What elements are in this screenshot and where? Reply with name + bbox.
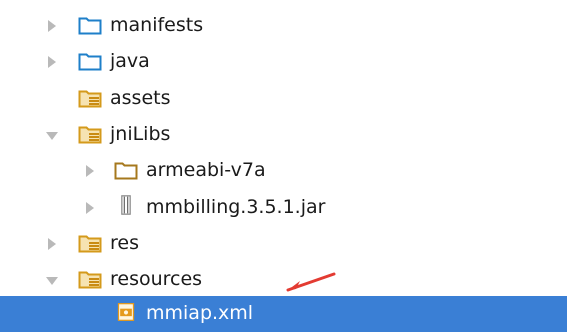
tree-item-java[interactable]: java bbox=[0, 44, 567, 80]
tree-item-assets[interactable]: assets bbox=[0, 81, 567, 117]
resource-folder-icon bbox=[78, 271, 102, 289]
tree-item-mmbilling-jar[interactable]: mmbilling.3.5.1.jar bbox=[0, 190, 567, 226]
tree-item-label: res bbox=[110, 232, 139, 254]
resource-folder-icon bbox=[78, 126, 102, 144]
tree-item-label: resources bbox=[110, 268, 203, 290]
tree-item-resources[interactable]: resources bbox=[0, 262, 567, 298]
tree-item-label: armeabi-v7a bbox=[146, 159, 266, 181]
collapse-arrow-icon[interactable] bbox=[46, 132, 58, 140]
folder-icon bbox=[78, 17, 102, 35]
folder-icon bbox=[114, 162, 138, 180]
expand-arrow-icon[interactable] bbox=[48, 238, 56, 250]
tree-item-manifests[interactable]: manifests bbox=[0, 8, 567, 44]
tree-item-jnilibs[interactable]: jniLibs bbox=[0, 117, 567, 153]
tree-item-res[interactable]: res bbox=[0, 226, 567, 262]
tree-item-mmiap-xml[interactable]: mmiap.xml bbox=[0, 296, 567, 332]
resource-folder-icon bbox=[78, 90, 102, 108]
tree-item-label: mmbilling.3.5.1.jar bbox=[146, 196, 326, 218]
tree-item-label: assets bbox=[110, 87, 171, 109]
project-tree: manifests java assets jniLibs armeabi-v7… bbox=[0, 0, 567, 332]
tree-item-label: java bbox=[110, 50, 150, 72]
tree-item-label: mmiap.xml bbox=[146, 302, 254, 324]
expand-arrow-icon[interactable] bbox=[86, 202, 94, 214]
folder-icon bbox=[78, 53, 102, 71]
tree-item-armeabi-v7a[interactable]: armeabi-v7a bbox=[0, 153, 567, 189]
tree-item-label: jniLibs bbox=[110, 123, 171, 145]
expand-arrow-icon[interactable] bbox=[48, 20, 56, 32]
collapse-arrow-icon[interactable] bbox=[46, 277, 58, 285]
tree-item-label: manifests bbox=[110, 14, 204, 36]
resource-folder-icon bbox=[78, 235, 102, 253]
xml-file-icon bbox=[117, 303, 135, 321]
callout-arrow-icon bbox=[286, 272, 336, 292]
jar-icon bbox=[121, 195, 131, 215]
expand-arrow-icon[interactable] bbox=[48, 56, 56, 68]
expand-arrow-icon[interactable] bbox=[86, 165, 94, 177]
